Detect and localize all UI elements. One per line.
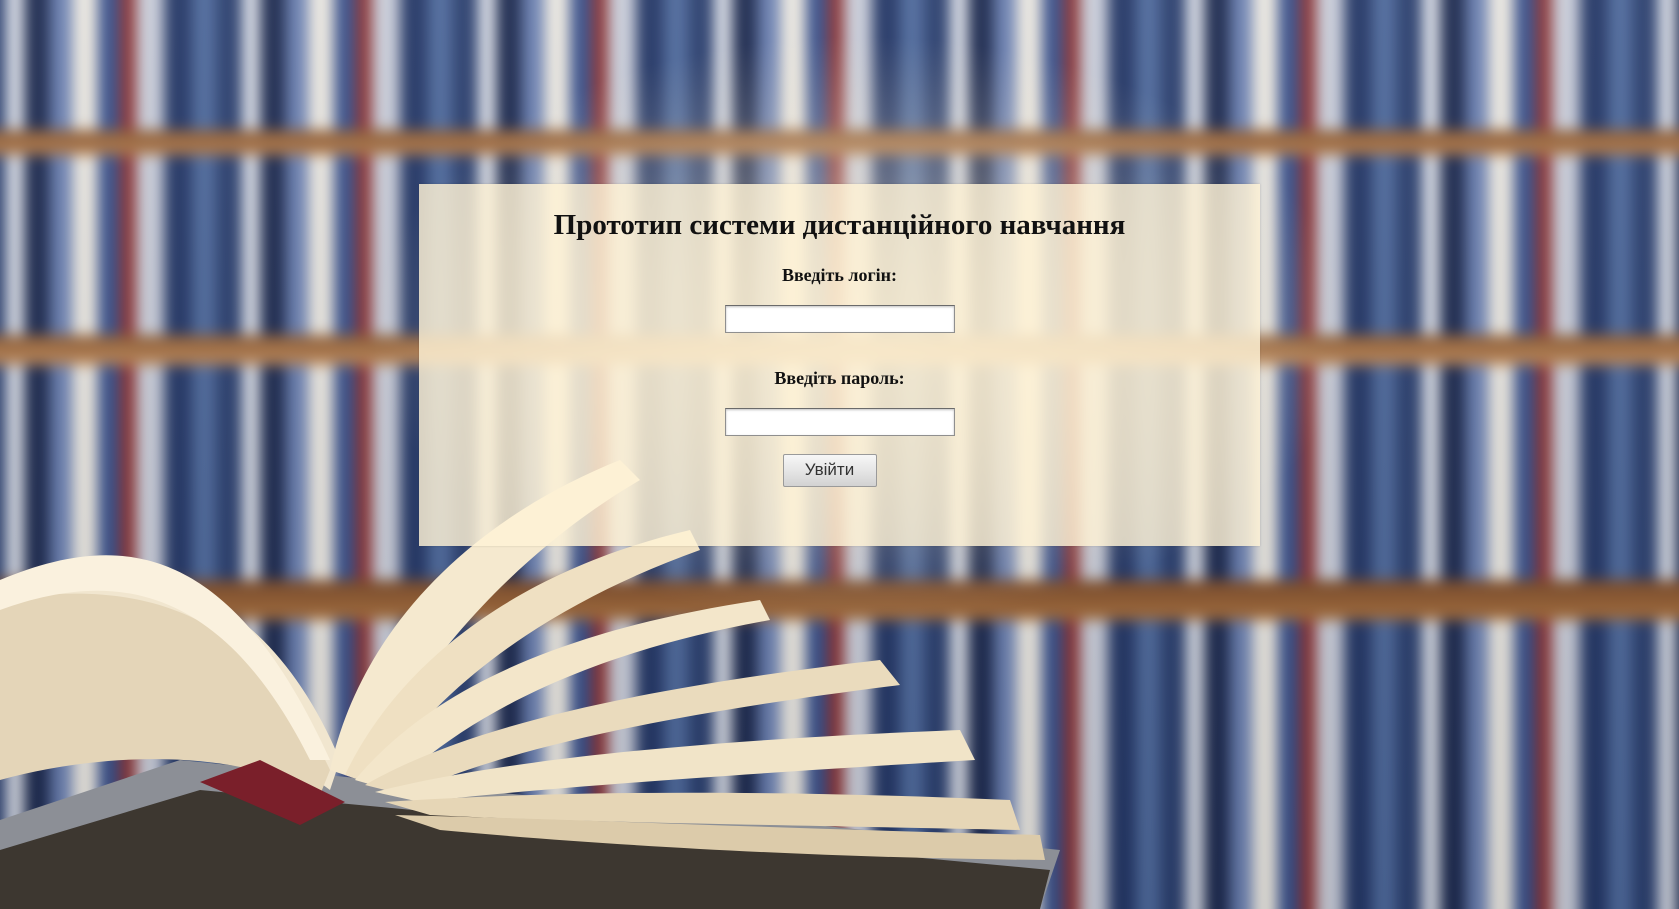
login-input[interactable]	[724, 304, 955, 333]
login-panel: Прототип системи дистанційного навчання …	[419, 184, 1260, 546]
password-label: Введіть пароль:	[774, 367, 905, 388]
login-label: Введіть логін:	[781, 264, 898, 285]
page-title: Прототип системи дистанційного навчання	[553, 209, 1126, 241]
password-input[interactable]	[724, 407, 955, 436]
login-button[interactable]: Увійти	[782, 453, 877, 487]
